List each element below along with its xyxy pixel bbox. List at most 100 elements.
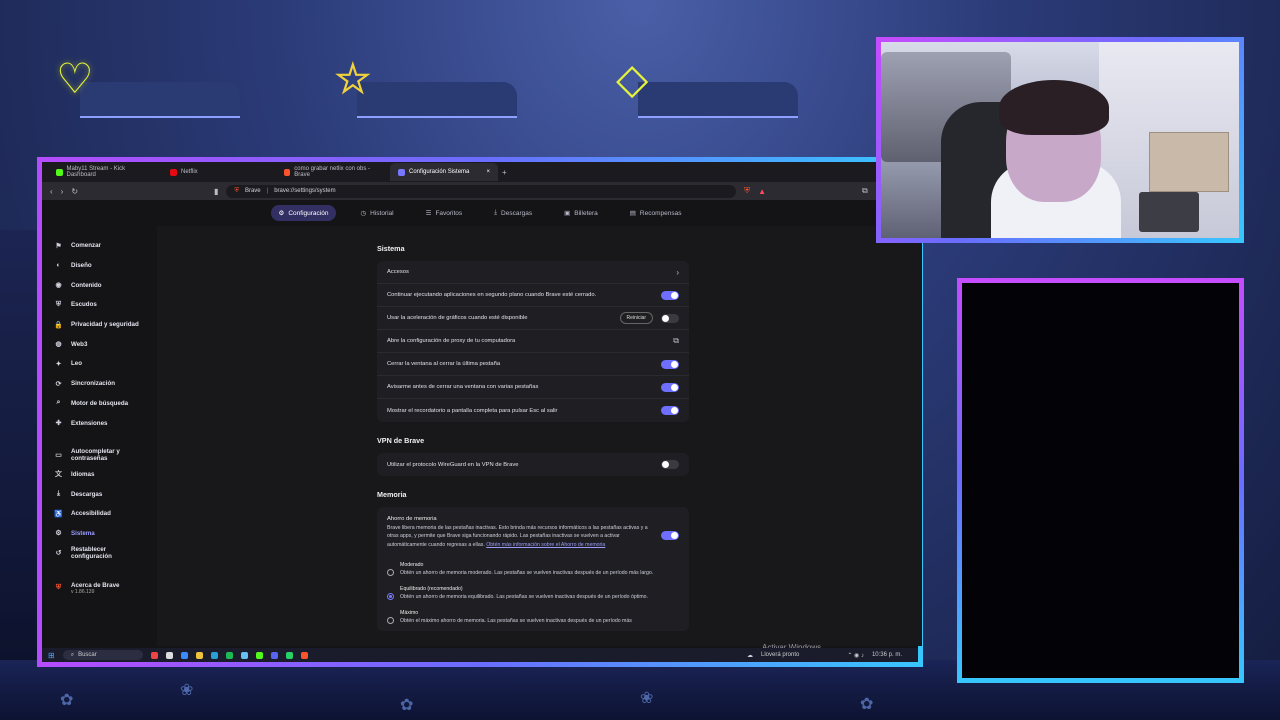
- sidebar-item-contenido[interactable]: ◉ Contenido: [42, 275, 157, 295]
- bookmark-icon[interactable]: ▮: [214, 187, 218, 196]
- nav-configuracion[interactable]: ⚙ Configuración: [270, 205, 337, 221]
- sidebar-item-restablecer[interactable]: ↺ Restablecer configuración: [42, 543, 157, 563]
- nav-descargas[interactable]: ⤓ Descargas: [486, 205, 540, 221]
- sparkle-icon: ✦: [55, 360, 62, 368]
- background-apps-toggle[interactable]: [661, 290, 679, 300]
- windows-start-icon[interactable]: ⊞: [48, 651, 55, 660]
- sidebar-item-comenzar[interactable]: ⚑ Comenzar: [42, 236, 157, 256]
- file-explorer-icon[interactable]: [195, 651, 203, 659]
- sidebar-item-accesibilidad[interactable]: ♿ Accesibilidad: [42, 504, 157, 524]
- memory-saver-toggle[interactable]: [661, 531, 679, 540]
- radio-equilibrado[interactable]: [387, 593, 394, 600]
- sidebar-item-sincronizacion[interactable]: ⟳ Sincronización: [42, 374, 157, 394]
- lock-icon: 🔒: [54, 321, 63, 329]
- sidebar-item-idiomas[interactable]: 文 Idiomas: [42, 465, 157, 485]
- nav-favoritos[interactable]: ☰ Favoritos: [418, 205, 471, 221]
- reload-icon[interactable]: ↻: [71, 187, 78, 196]
- section-title-memoria: Memoria: [377, 490, 407, 499]
- gear-icon: ⚙: [55, 530, 62, 538]
- new-tab-button[interactable]: +: [502, 168, 507, 177]
- brave-lion-icon: ⛨: [55, 584, 62, 591]
- sidebar-item-extensiones[interactable]: ✚ Extensiones: [42, 413, 157, 433]
- language-icon: 文: [55, 471, 62, 479]
- brave-taskbar-icon[interactable]: [300, 651, 308, 659]
- sidebar-item-descargas[interactable]: ⤓ Descargas: [42, 484, 157, 504]
- row-fullscreen-reminder: Mostrar el recordatorio a pantalla compl…: [377, 399, 689, 422]
- wireguard-toggle[interactable]: [661, 460, 679, 469]
- sidebar-item-sistema[interactable]: ⚙ Sistema: [42, 524, 157, 544]
- card-sistema: Accesos › Continuar ejecutando aplicacion…: [377, 261, 689, 422]
- warn-close-toggle[interactable]: [661, 382, 679, 392]
- tab-kick[interactable]: Maby11 Stream - Kick Dashboard: [48, 163, 158, 181]
- section-title-vpn: VPN de Brave: [377, 436, 425, 445]
- heart-icon: ♡: [56, 55, 94, 102]
- key-icon: ▭: [55, 451, 62, 459]
- discord-icon[interactable]: [270, 651, 278, 659]
- forward-icon[interactable]: ›: [61, 187, 64, 196]
- sidebar-item-escudos[interactable]: ⛨ Escudos: [42, 295, 157, 315]
- star-icon: ☆: [334, 55, 373, 102]
- bookmarks-icon: ☰: [425, 210, 432, 217]
- rewards-icon[interactable]: ▲: [758, 187, 766, 196]
- restart-button[interactable]: Reiniciar: [619, 312, 653, 324]
- tab-netflix[interactable]: Netflix: [162, 163, 272, 181]
- whatsapp-icon[interactable]: [285, 651, 293, 659]
- extensions-icon[interactable]: ⧉: [862, 186, 868, 196]
- sidebar-item-motor-busqueda[interactable]: ⌕ Motor de búsqueda: [42, 394, 157, 414]
- close-tab-icon[interactable]: ×: [486, 169, 490, 175]
- back-icon[interactable]: ‹: [50, 187, 53, 196]
- nav-historial[interactable]: ◷ Historial: [352, 205, 401, 221]
- flower-icon: ✿: [60, 692, 74, 709]
- close-window-toggle[interactable]: [661, 359, 679, 369]
- edge-icon[interactable]: [180, 651, 188, 659]
- gear-icon: ⚙: [278, 210, 285, 217]
- search-icon: ⌕: [70, 651, 75, 658]
- sidebar-item-leo[interactable]: ✦ Leo: [42, 354, 157, 374]
- radio-moderado[interactable]: [387, 569, 394, 576]
- row-accesos[interactable]: Accesos ›: [377, 261, 689, 284]
- weather-icon[interactable]: ☁: [747, 652, 753, 659]
- task-view-icon[interactable]: [165, 651, 173, 659]
- settings-topnav: ⚙ Configuración ◷ Historial ☰ Favoritos ⤓ De…: [42, 200, 918, 226]
- sidebar-item-about[interactable]: ⛨ Acerca de Brave v 1.86.139: [42, 575, 157, 601]
- system-tray[interactable]: ⌃ ◉ ♪: [847, 652, 864, 659]
- fullscreen-reminder-toggle[interactable]: [661, 406, 679, 415]
- row-hardware-acceleration: Usar la aceleración de gráficos cuando e…: [377, 307, 689, 330]
- chat-frame: [957, 278, 1244, 683]
- option-moderado[interactable]: Moderado Obtén un ahorro de memoria moder…: [377, 557, 689, 581]
- nav-billetera[interactable]: ▣ Billetera: [556, 205, 606, 221]
- tab-bar: Maby11 Stream - Kick Dashboard Netflix c…: [42, 162, 918, 182]
- radio-maximo[interactable]: [387, 617, 394, 624]
- sidebar-item-privacidad[interactable]: 🔒 Privacidad y seguridad: [42, 315, 157, 335]
- spotify-icon[interactable]: [225, 651, 233, 659]
- memory-saver-row: Ahorro de memoria Brave libera memoria d…: [377, 507, 689, 557]
- memory-saver-link[interactable]: Obtén más información sobre el Ahorro de…: [486, 542, 605, 548]
- donation-badge: [638, 82, 798, 118]
- row-wireguard: Utilizar el protocolo WireGuard en la VP…: [377, 453, 689, 476]
- settings-sidebar: ⚑ Comenzar ◐ Diseño ◉ Contenido ⛨ Escudos 🔒 P…: [42, 226, 157, 636]
- shields-icon[interactable]: ⛨: [744, 186, 750, 196]
- sidebar-item-autocompletar[interactable]: ▭ Autocompletar y contraseñas: [42, 445, 157, 465]
- toolbar: ‹ › ↻ ▮ ⛨ Brave | brave://settings/syste…: [42, 182, 918, 200]
- clock[interactable]: 10:36 p. m.: [872, 652, 902, 658]
- nav-recompensas[interactable]: ▤ Recompensas: [622, 205, 690, 221]
- store-icon[interactable]: [210, 651, 218, 659]
- app-icon[interactable]: [150, 651, 158, 659]
- shelf: [1149, 132, 1229, 192]
- subscriber-badge: [357, 82, 517, 118]
- option-maximo[interactable]: Máximo Obtén el máximo ahorro de memoria.…: [377, 605, 689, 629]
- tab-brave-search[interactable]: como grabar netlix con obs - Brave: [276, 163, 386, 181]
- row-proxy[interactable]: Abre la configuración de proxy de tu com…: [377, 330, 689, 353]
- tab-settings[interactable]: Configuración Sistema ×: [390, 163, 498, 181]
- sidebar-item-web3[interactable]: ◍ Web3: [42, 334, 157, 354]
- brave-icon: [284, 168, 291, 176]
- option-equilibrado[interactable]: Equilibrado (recomendado) Obtén un ahorro…: [377, 581, 689, 605]
- download-icon: ⤓: [56, 490, 61, 498]
- app-green-icon[interactable]: [255, 651, 263, 659]
- steam-icon[interactable]: [240, 651, 248, 659]
- taskbar-search[interactable]: ⌕ Buscar: [62, 650, 143, 660]
- address-bar[interactable]: ⛨ Brave | brave://settings/system: [226, 184, 737, 198]
- sidebar-item-diseno[interactable]: ◐ Diseño: [42, 256, 157, 276]
- hardware-acceleration-toggle[interactable]: [661, 313, 679, 323]
- webcam-frame: [876, 37, 1244, 243]
